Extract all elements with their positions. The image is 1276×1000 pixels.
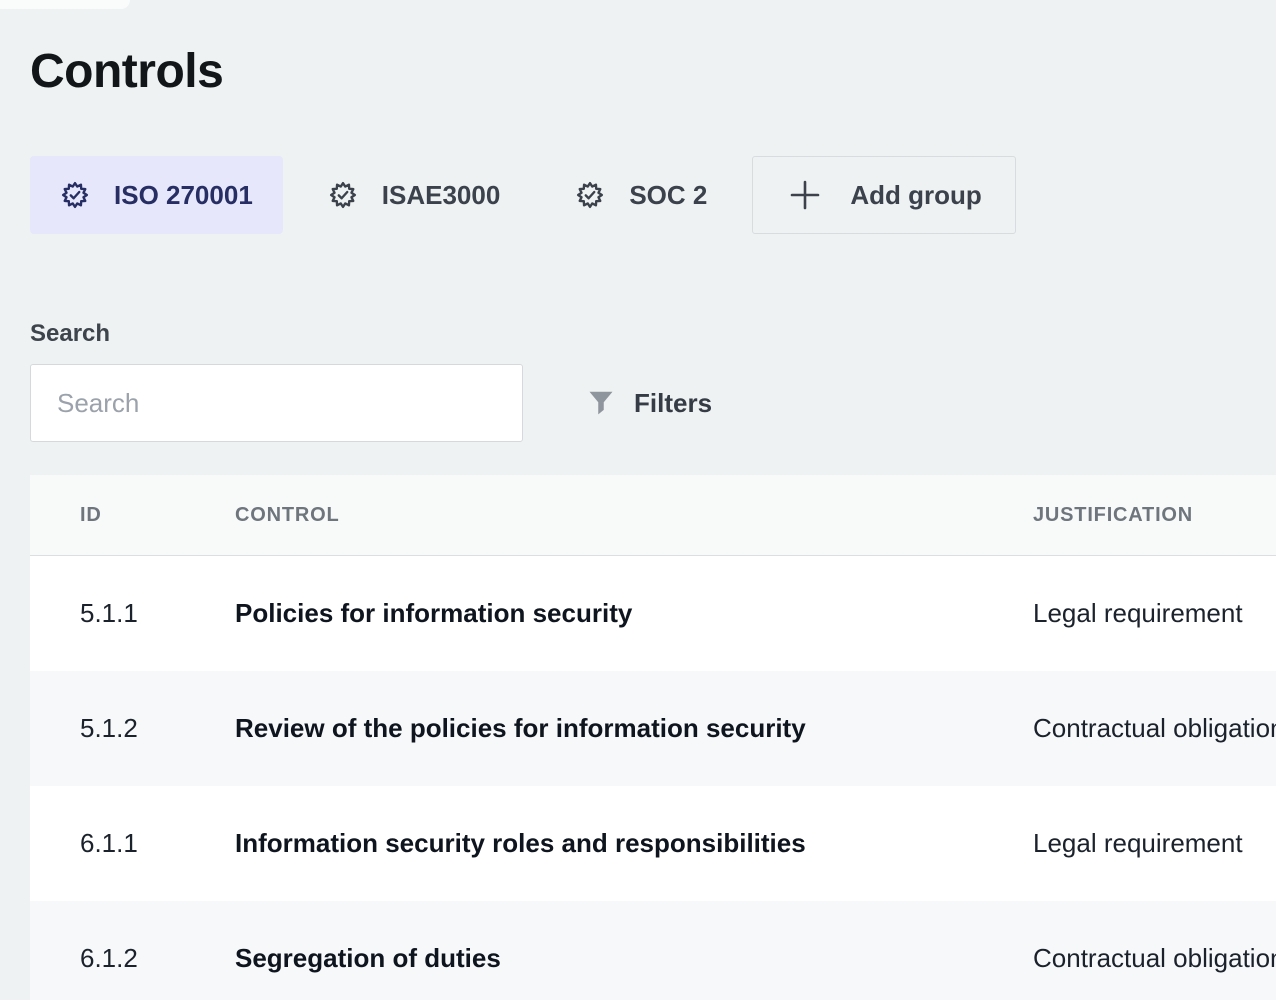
add-group-label: Add group	[850, 180, 981, 211]
row-control: Information security roles and responsib…	[235, 828, 1033, 859]
row-justification: Legal requirement	[1033, 828, 1276, 859]
page-corner-accent	[0, 0, 130, 9]
badge-check-icon	[328, 180, 358, 210]
tab-label: ISO 270001	[114, 180, 253, 211]
filter-funnel-icon	[586, 388, 616, 418]
add-group-button[interactable]: Add group	[752, 156, 1015, 234]
tab-soc-2[interactable]: SOC 2	[545, 156, 737, 234]
page-title: Controls	[30, 44, 223, 99]
filters-label: Filters	[634, 388, 712, 419]
column-header-id: ID	[30, 504, 235, 527]
table-row[interactable]: 5.1.1 Policies for information security …	[30, 556, 1276, 671]
row-control: Segregation of duties	[235, 943, 1033, 974]
tab-iso-270001[interactable]: ISO 270001	[30, 156, 283, 234]
table-row[interactable]: 6.1.1 Information security roles and res…	[30, 786, 1276, 901]
row-id: 5.1.2	[30, 713, 235, 744]
controls-table: ID CONTROL JUSTIFICATION 5.1.1 Policies …	[30, 475, 1276, 1000]
search-input[interactable]	[30, 364, 523, 442]
badge-check-icon	[60, 180, 90, 210]
plus-icon	[786, 176, 824, 214]
table-row[interactable]: 6.1.2 Segregation of duties Contractual …	[30, 901, 1276, 1000]
row-control: Policies for information security	[235, 598, 1033, 629]
table-row[interactable]: 5.1.2 Review of the policies for informa…	[30, 671, 1276, 786]
row-id: 6.1.1	[30, 828, 235, 859]
search-label: Search	[30, 320, 110, 348]
tab-isae3000[interactable]: ISAE3000	[298, 156, 531, 234]
badge-check-icon	[575, 180, 605, 210]
row-control: Review of the policies for information s…	[235, 713, 1033, 744]
column-header-justification: JUSTIFICATION	[1033, 504, 1276, 527]
filters-button[interactable]: Filters	[586, 364, 712, 442]
row-justification: Contractual obligation	[1033, 713, 1276, 744]
column-header-control: CONTROL	[235, 504, 1033, 527]
row-justification: Legal requirement	[1033, 598, 1276, 629]
row-id: 6.1.2	[30, 943, 235, 974]
row-id: 5.1.1	[30, 598, 235, 629]
group-tabs: ISO 270001 ISAE3000 SOC 2 Add group	[30, 156, 1016, 234]
table-header-row: ID CONTROL JUSTIFICATION	[30, 475, 1276, 556]
tab-label: ISAE3000	[382, 180, 501, 211]
tab-label: SOC 2	[629, 180, 707, 211]
row-justification: Contractual obligation	[1033, 943, 1276, 974]
